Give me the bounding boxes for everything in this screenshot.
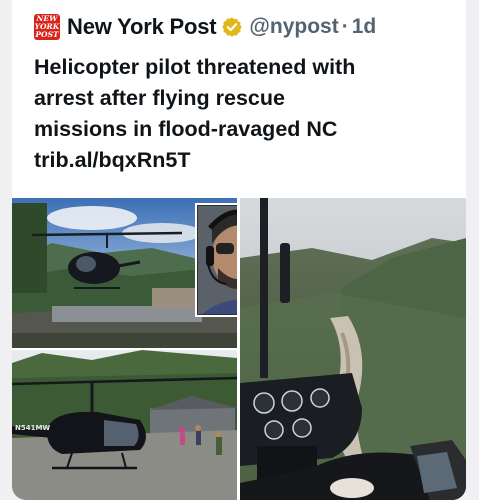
tweet-text-line: missions in flood-ravaged NC [34, 117, 338, 141]
post-time[interactable]: 1d [352, 15, 377, 39]
author-name[interactable]: New York Post [67, 14, 217, 40]
tweet-text: Helicopter pilot threatened with arrest … [34, 52, 454, 176]
tweet-header: NEW YORK POST New York Post @nypost · 1d [34, 12, 376, 42]
author-avatar[interactable]: NEW YORK POST [34, 14, 60, 40]
author-handle[interactable]: @nypost [249, 15, 338, 39]
tweet-card[interactable]: NEW YORK POST New York Post @nypost · 1d… [12, 0, 466, 500]
verified-badge-icon [222, 17, 243, 37]
photo-aerial-flood-view[interactable] [240, 198, 466, 500]
separator-dot: · [341, 15, 349, 38]
tweet-text-line: Helicopter pilot threatened with [34, 55, 356, 79]
tail-number-text: N541MW [15, 424, 50, 432]
tweet-text-line: arrest after flying rescue [34, 86, 285, 110]
avatar-text: POST [35, 30, 59, 39]
tweet-media[interactable]: N541MW [12, 198, 466, 500]
tweet-link[interactable]: trib.al/bqxRn5T [34, 145, 454, 176]
media-collage: N541MW [12, 198, 466, 500]
photo-helicopter-landed[interactable]: N541MW [12, 350, 238, 500]
